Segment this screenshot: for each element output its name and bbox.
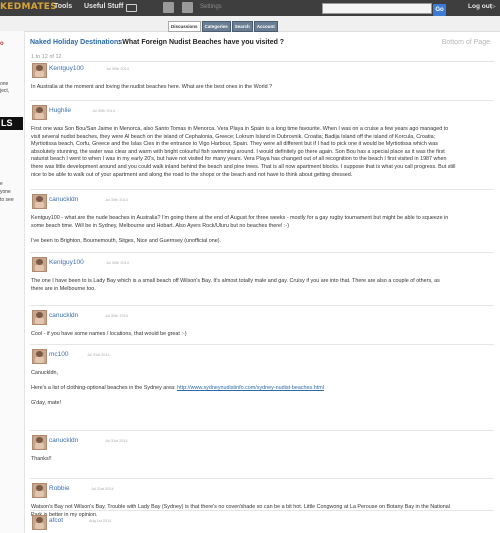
- post-count: 1 to 12 of 12: [31, 54, 62, 60]
- avatar[interactable]: [32, 63, 47, 78]
- post-author-link[interactable]: canuckldn: [49, 437, 78, 444]
- post-author-link[interactable]: Kentguy100: [49, 65, 84, 72]
- post-divider: [30, 430, 494, 431]
- post-text-line: there was little development around and …: [31, 163, 456, 170]
- thread-header: Naked Holiday Destinations : What Foreig…: [26, 39, 496, 50]
- post-date: Jul 30th 2014: [106, 261, 129, 265]
- post-text-line: G'day, mate!: [31, 400, 61, 407]
- post-text-line: First one was Son Bou/San Jaime in Menor…: [31, 126, 449, 132]
- nav-useful-stuff[interactable]: Useful Stuff: [84, 3, 123, 10]
- post-author-link[interactable]: canuckldn: [49, 312, 78, 319]
- avatar[interactable]: [32, 310, 47, 325]
- post-text-line: Here's a list of clothing-optional beach…: [31, 385, 324, 392]
- settings-link[interactable]: Settings: [200, 4, 222, 10]
- post-text-line: Myrtiotissa beach, Corfu, Greece and the…: [31, 141, 438, 148]
- logout-arrow-icon[interactable]: ▷: [491, 3, 496, 10]
- post-text-line: Cool - if you have some names / location…: [31, 331, 187, 337]
- post-date: Jul 30th 2014: [105, 314, 128, 318]
- post-text-line: I've been to Brighton, Bournemouth, Sitg…: [31, 237, 222, 244]
- post-author-link[interactable]: Kentguy100: [49, 259, 84, 266]
- post-author-link[interactable]: Robbie: [49, 485, 70, 492]
- messages-icon[interactable]: [126, 4, 137, 12]
- sidebar-text: to see: [0, 197, 14, 203]
- left-sidebar: o one ject, LS e yone to see: [0, 31, 25, 533]
- avatar[interactable]: [32, 435, 47, 450]
- post-date: Jul 31st 2014: [87, 353, 110, 357]
- post-date: Aug 1st 2014: [89, 519, 112, 523]
- post-text-line: naturist beach I went to when I was in m…: [31, 156, 447, 163]
- avatar[interactable]: [32, 349, 47, 364]
- post-text-line: Kentguy100 - what are the nude beaches i…: [31, 215, 449, 221]
- post-body: Thanks!!: [31, 456, 493, 464]
- post-text-line: visit several nudist beaches, they were …: [31, 133, 436, 140]
- post-body: Kentguy100 - what are the nude beaches i…: [31, 215, 493, 245]
- post-author-link[interactable]: Hughlie: [49, 107, 71, 114]
- nav-tools[interactable]: Tools: [54, 3, 72, 10]
- category-link[interactable]: Naked Holiday Destinations: [30, 39, 122, 46]
- post-divider: [30, 510, 494, 511]
- post-date: Jul 31st 2014: [91, 487, 114, 491]
- bottom-of-page-link[interactable]: Bottom of Page: [442, 39, 490, 46]
- post-divider: [30, 100, 494, 101]
- post-date: Jul 30th 2014: [106, 67, 129, 71]
- album-icon[interactable]: [182, 2, 193, 13]
- post-text-line: some beach time. Will be in Sydney, Melb…: [31, 222, 290, 229]
- post-divider: [30, 344, 494, 345]
- external-link[interactable]: http://www.sydneynudistinfo.com/sydney-n…: [177, 385, 324, 391]
- thread-title: : What Foreign Nudist Beaches have you v…: [118, 39, 285, 46]
- search-input[interactable]: [322, 3, 432, 14]
- logout-link[interactable]: Log out: [468, 3, 492, 10]
- avatar[interactable]: [32, 194, 47, 209]
- post-author-link[interactable]: canuckldn: [49, 196, 78, 203]
- post-date: Jul 30th 2014: [92, 109, 115, 113]
- post-body: First one was Son Bou/San Jaime in Menor…: [31, 126, 493, 179]
- sidebar-banner[interactable]: LS: [0, 117, 23, 130]
- post-text-line: In Australia at the moment and loving th…: [31, 84, 273, 90]
- avatar[interactable]: [32, 257, 47, 272]
- avatar[interactable]: [32, 483, 47, 498]
- post-date: Jul 31st 2014: [105, 439, 128, 443]
- post-text-line: nice to be able to walk out of your apar…: [31, 171, 353, 178]
- post-divider: [30, 252, 494, 253]
- post-text-line: Canuckldn,: [31, 370, 58, 376]
- post-body: Watson's Bay not Wilson's Bay. Trouble w…: [31, 504, 493, 519]
- post-body: In Australia at the moment and loving th…: [31, 84, 493, 92]
- sidebar-text: ject,: [0, 88, 10, 94]
- post-body: Canuckldn, Here's a list of clothing-opt…: [31, 370, 493, 408]
- post-author-link[interactable]: mc100: [49, 351, 69, 358]
- site-logo[interactable]: KEDMATES: [0, 2, 57, 12]
- search-go-button[interactable]: Go: [433, 4, 446, 16]
- thread-main: Naked Holiday Destinations : What Foreig…: [26, 31, 498, 533]
- sidebar-text: yone: [0, 189, 11, 195]
- avatar[interactable]: [32, 105, 47, 120]
- post-text-line: absolutely stunning, the water was clear…: [31, 148, 445, 155]
- post-text-line: [31, 230, 493, 238]
- post-date: Jul 30th 2014: [105, 198, 128, 202]
- post-divider: [30, 305, 494, 306]
- avatar[interactable]: [32, 515, 47, 530]
- sidebar-red-text: o: [0, 41, 4, 47]
- profile-photo-icon[interactable]: [163, 2, 174, 13]
- post-text-line: The one I have been to is Lady Bay which…: [31, 278, 440, 284]
- sidebar-text: e: [0, 181, 3, 187]
- post-author-link[interactable]: afcot: [49, 517, 63, 524]
- post-divider: [30, 478, 494, 479]
- post-divider: [30, 189, 494, 190]
- post-text-line: Thanks!!: [31, 456, 52, 462]
- post-body: Cool - if you have some names / location…: [31, 331, 493, 339]
- post-text-line: [31, 393, 493, 401]
- divider: [30, 61, 494, 62]
- post-text-line: there are in Melbourne too.: [31, 285, 96, 292]
- post-text-line: [31, 378, 493, 386]
- sidebar-text: one: [0, 81, 9, 87]
- post-body: The one I have been to is Lady Bay which…: [31, 278, 493, 293]
- top-nav-bar: KEDMATES Tools Useful Stuff Settings Go …: [0, 0, 500, 16]
